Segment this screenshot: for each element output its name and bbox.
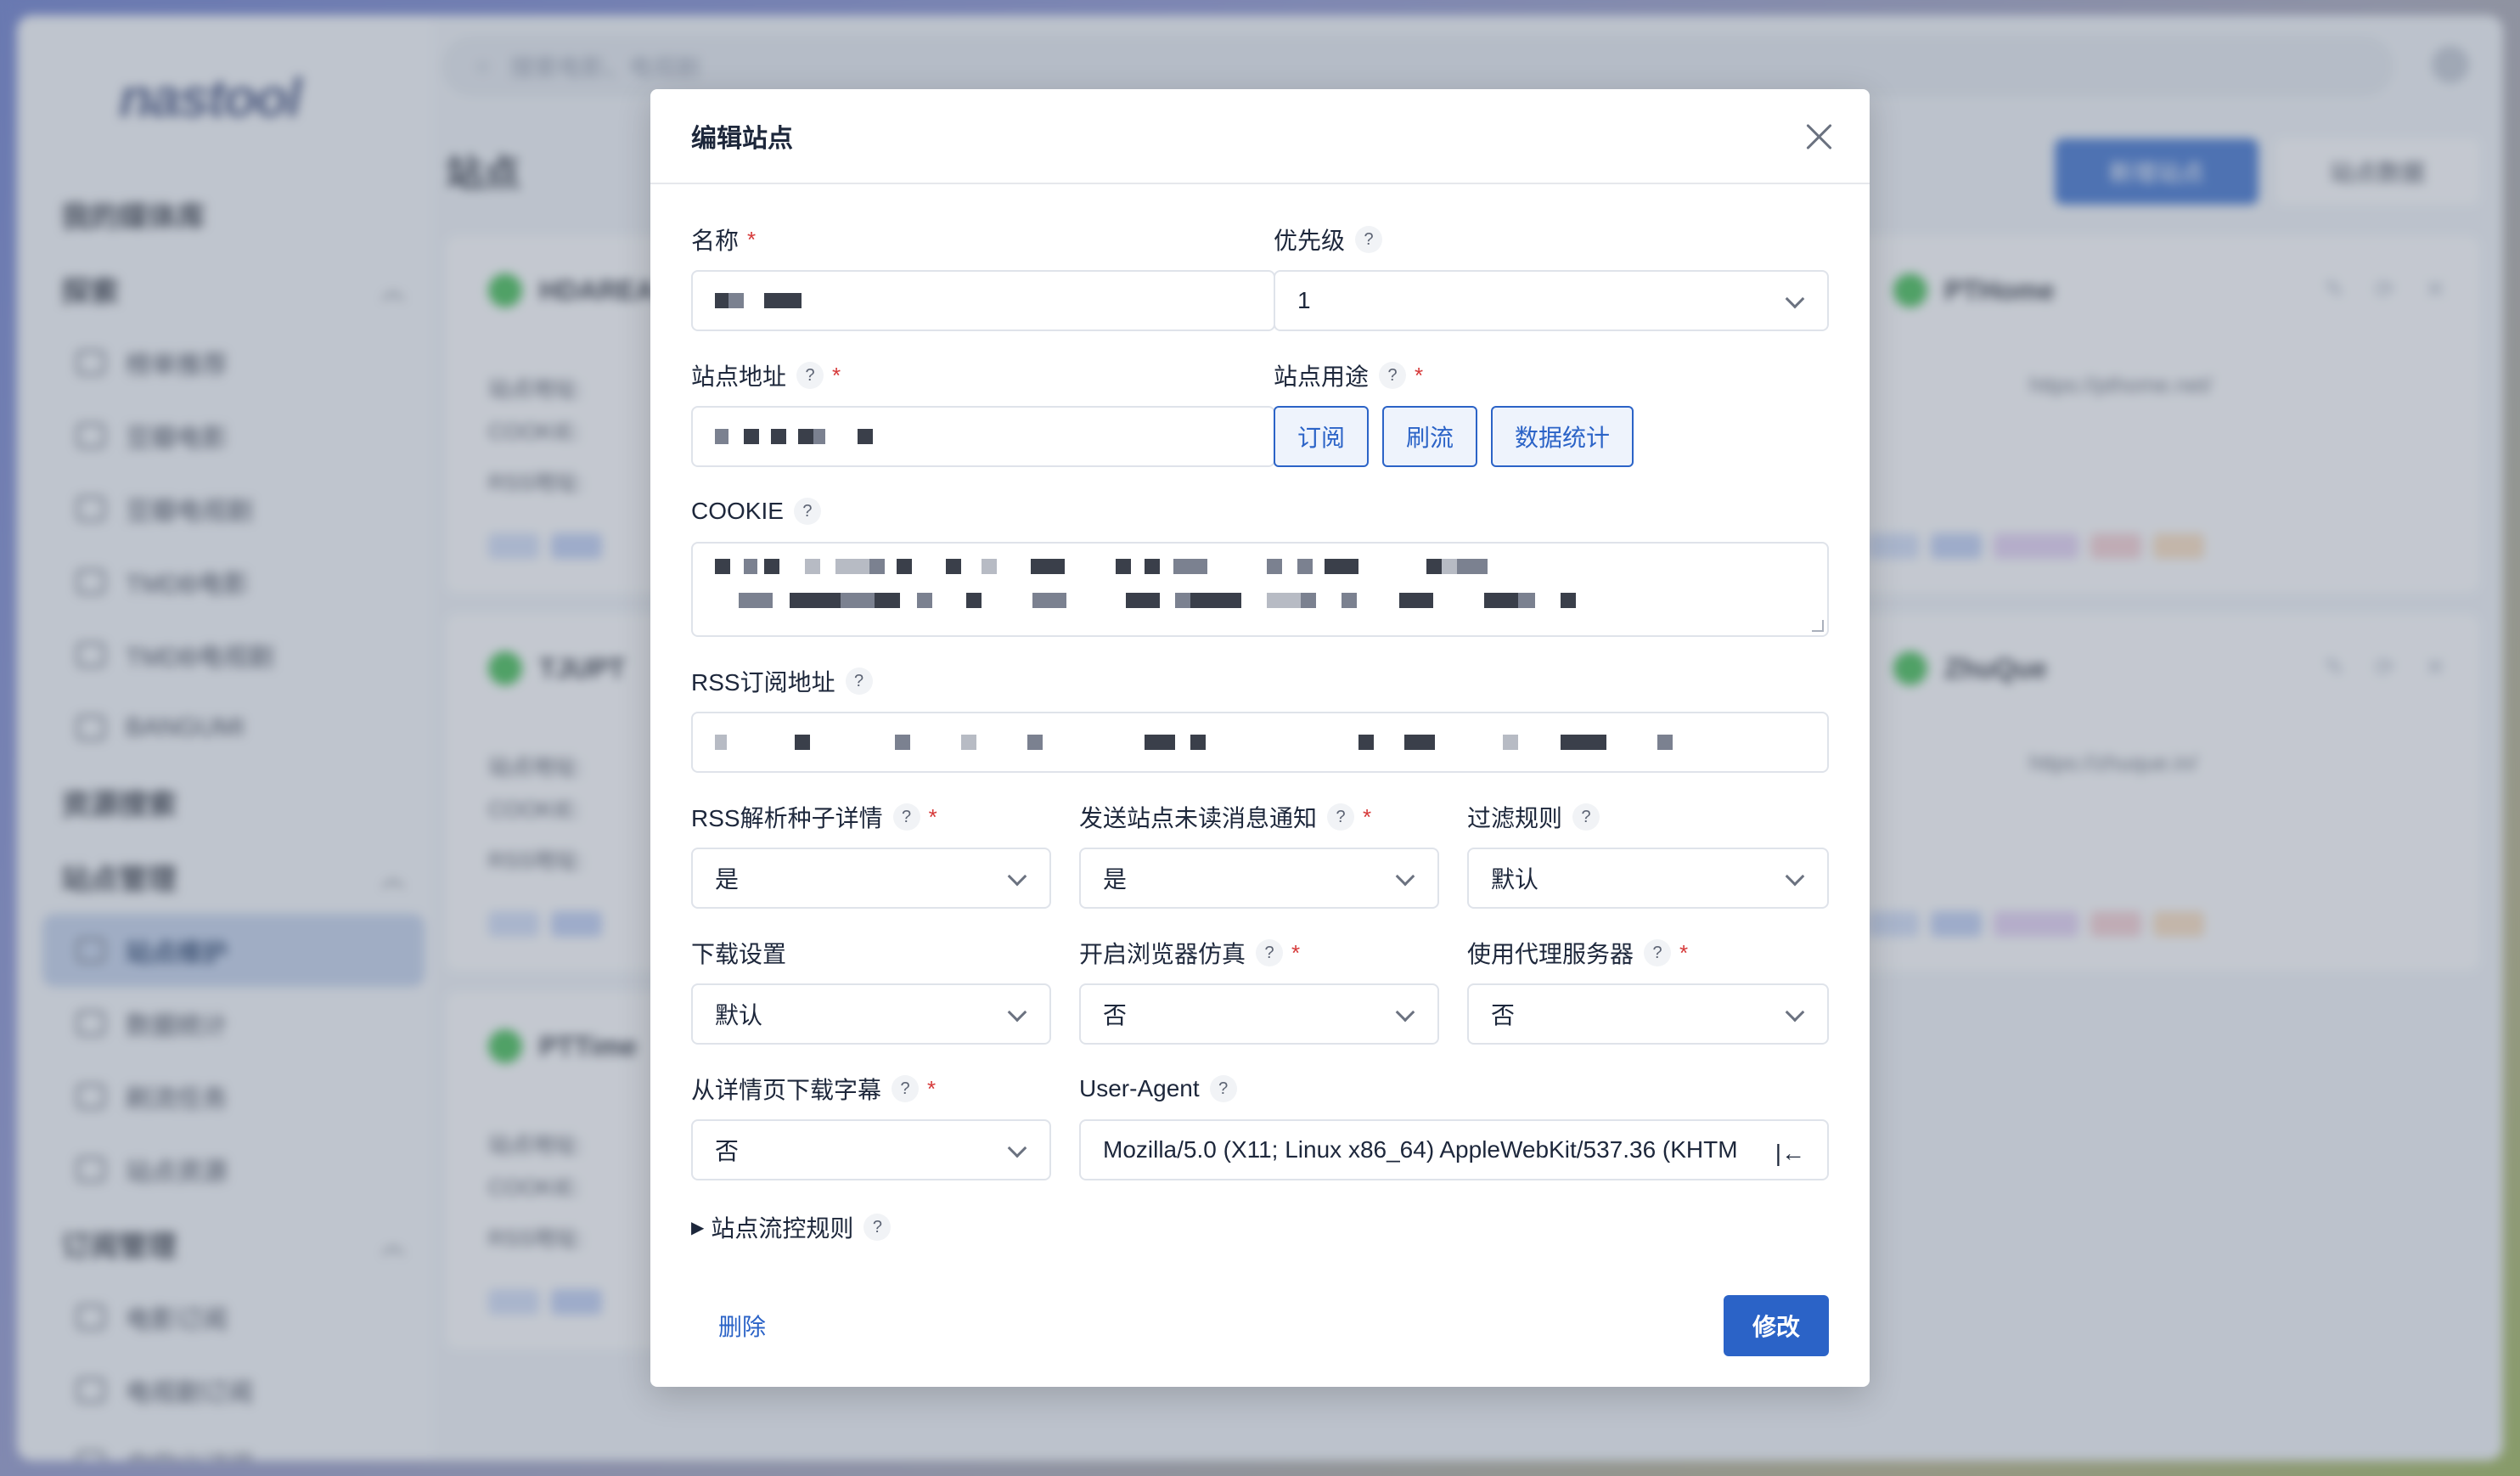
proxy-field: 使用代理服务器? * 否 (1467, 936, 1829, 1045)
cookie-label: COOKIE (691, 498, 784, 524)
rss-url-field: RSS订阅地址? (691, 664, 1829, 773)
rss-url-label: RSS订阅地址 (691, 669, 835, 696)
rss-parse-label: RSS解析种子详情 (691, 805, 883, 831)
chevron-down-icon (1785, 289, 1805, 309)
proxy-label: 使用代理服务器 (1467, 941, 1634, 967)
download-setting-label: 下载设置 (691, 941, 787, 967)
help-icon[interactable]: ? (1327, 803, 1355, 831)
help-icon[interactable]: ? (845, 668, 873, 695)
name-input[interactable] (691, 270, 1275, 331)
required-marker: * (832, 362, 841, 388)
site-url-label: 站点地址 (691, 363, 787, 390)
required-marker: * (1679, 939, 1689, 966)
flow-rules-label: 站点流控规则 (711, 1215, 854, 1242)
help-icon[interactable]: ? (863, 1214, 892, 1241)
required-marker: * (1291, 939, 1301, 966)
priority-select[interactable]: 1 (1274, 270, 1829, 331)
delete-button[interactable]: 删除 (718, 1295, 766, 1356)
unread-notify-field: 发送站点未读消息通知? * 是 (1079, 800, 1439, 909)
reset-user-agent-icon[interactable]: |← (1775, 1140, 1805, 1167)
help-icon[interactable]: ? (892, 803, 920, 831)
required-marker: * (1415, 362, 1424, 388)
help-icon[interactable]: ? (1209, 1075, 1237, 1102)
required-marker: * (928, 803, 937, 830)
help-icon[interactable]: ? (796, 362, 824, 389)
help-icon[interactable]: ? (892, 1075, 920, 1102)
priority-label: 优先级 (1274, 228, 1346, 254)
cookie-field: COOKIE? (691, 494, 1829, 637)
dialog-header: 编辑站点 (650, 89, 1870, 184)
usage-label: 站点用途 (1274, 363, 1370, 390)
subtitle-download-label: 从详情页下载字幕 (691, 1077, 882, 1103)
chevron-down-icon (1395, 1002, 1415, 1022)
name-label: 名称 (691, 228, 740, 254)
chevron-down-icon (1007, 866, 1027, 887)
usage-brush-toggle[interactable]: 刷流 (1382, 406, 1478, 467)
usage-subscribe-toggle[interactable]: 订阅 (1274, 406, 1370, 467)
filter-rule-field: 过滤规则? 默认 (1467, 800, 1829, 909)
download-setting-field: 下载设置 默认 (691, 936, 1051, 1045)
rss-parse-field: RSS解析种子详情? * 是 (691, 800, 1051, 909)
chevron-down-icon (1785, 866, 1805, 887)
browser-emulation-label: 开启浏览器仿真 (1079, 941, 1246, 967)
filter-rule-label: 过滤规则 (1467, 805, 1563, 831)
help-icon[interactable]: ? (1355, 226, 1383, 253)
user-agent-label: User-Agent (1079, 1075, 1200, 1101)
download-setting-select[interactable]: 默认 (691, 983, 1051, 1045)
priority-field: 优先级? 1 (1274, 223, 1829, 331)
help-icon[interactable]: ? (1644, 939, 1672, 966)
subtitle-download-field: 从详情页下载字幕? * 否 (691, 1072, 1051, 1180)
chevron-down-icon (1785, 1002, 1805, 1022)
required-marker: * (927, 1075, 937, 1101)
filter-rule-select[interactable]: 默认 (1467, 848, 1829, 909)
browser-emulation-field: 开启浏览器仿真? * 否 (1079, 936, 1439, 1045)
site-url-field: 站点地址? * (691, 358, 1275, 467)
required-marker: * (1363, 803, 1372, 830)
unread-notify-select[interactable]: 是 (1079, 848, 1439, 909)
usage-field: 站点用途? * 订阅 刷流 数据统计 (1274, 358, 1829, 467)
usage-toggle-group: 订阅 刷流 数据统计 (1274, 406, 1634, 467)
user-agent-input[interactable]: Mozilla/5.0 (X11; Linux x86_64) AppleWeb… (1079, 1119, 1829, 1180)
flow-rules-expander[interactable]: ▶ 站点流控规则 ? (691, 1210, 892, 1244)
edit-site-dialog: 编辑站点 名称 * 优先级? 1 站点地址? * 站点用途? * 订阅 刷流 数据统计… (650, 89, 1870, 1387)
rss-parse-select[interactable]: 是 (691, 848, 1051, 909)
help-icon[interactable]: ? (1256, 939, 1284, 966)
caret-right-icon: ▶ (691, 1218, 705, 1237)
proxy-select[interactable]: 否 (1467, 983, 1829, 1045)
subtitle-download-select[interactable]: 否 (691, 1119, 1051, 1180)
browser-emulation-select[interactable]: 否 (1079, 983, 1439, 1045)
user-agent-field: User-Agent? Mozilla/5.0 (X11; Linux x86_… (1079, 1072, 1829, 1180)
resize-handle[interactable] (1812, 620, 1824, 632)
site-url-input[interactable] (691, 406, 1275, 467)
close-icon[interactable] (1803, 121, 1834, 152)
name-field: 名称 * (691, 223, 1275, 331)
chevron-down-icon (1395, 866, 1415, 887)
help-icon[interactable]: ? (1572, 803, 1600, 831)
help-icon[interactable]: ? (1379, 362, 1407, 389)
help-icon[interactable]: ? (793, 498, 821, 525)
save-button[interactable]: 修改 (1724, 1295, 1829, 1356)
dialog-title: 编辑站点 (691, 125, 793, 153)
chevron-down-icon (1007, 1002, 1027, 1022)
unread-notify-label: 发送站点未读消息通知 (1079, 805, 1318, 831)
chevron-down-icon (1007, 1138, 1027, 1158)
cookie-textarea[interactable] (691, 542, 1829, 637)
rss-url-input[interactable] (691, 712, 1829, 773)
usage-statistics-toggle[interactable]: 数据统计 (1491, 406, 1634, 467)
required-marker: * (747, 226, 757, 252)
